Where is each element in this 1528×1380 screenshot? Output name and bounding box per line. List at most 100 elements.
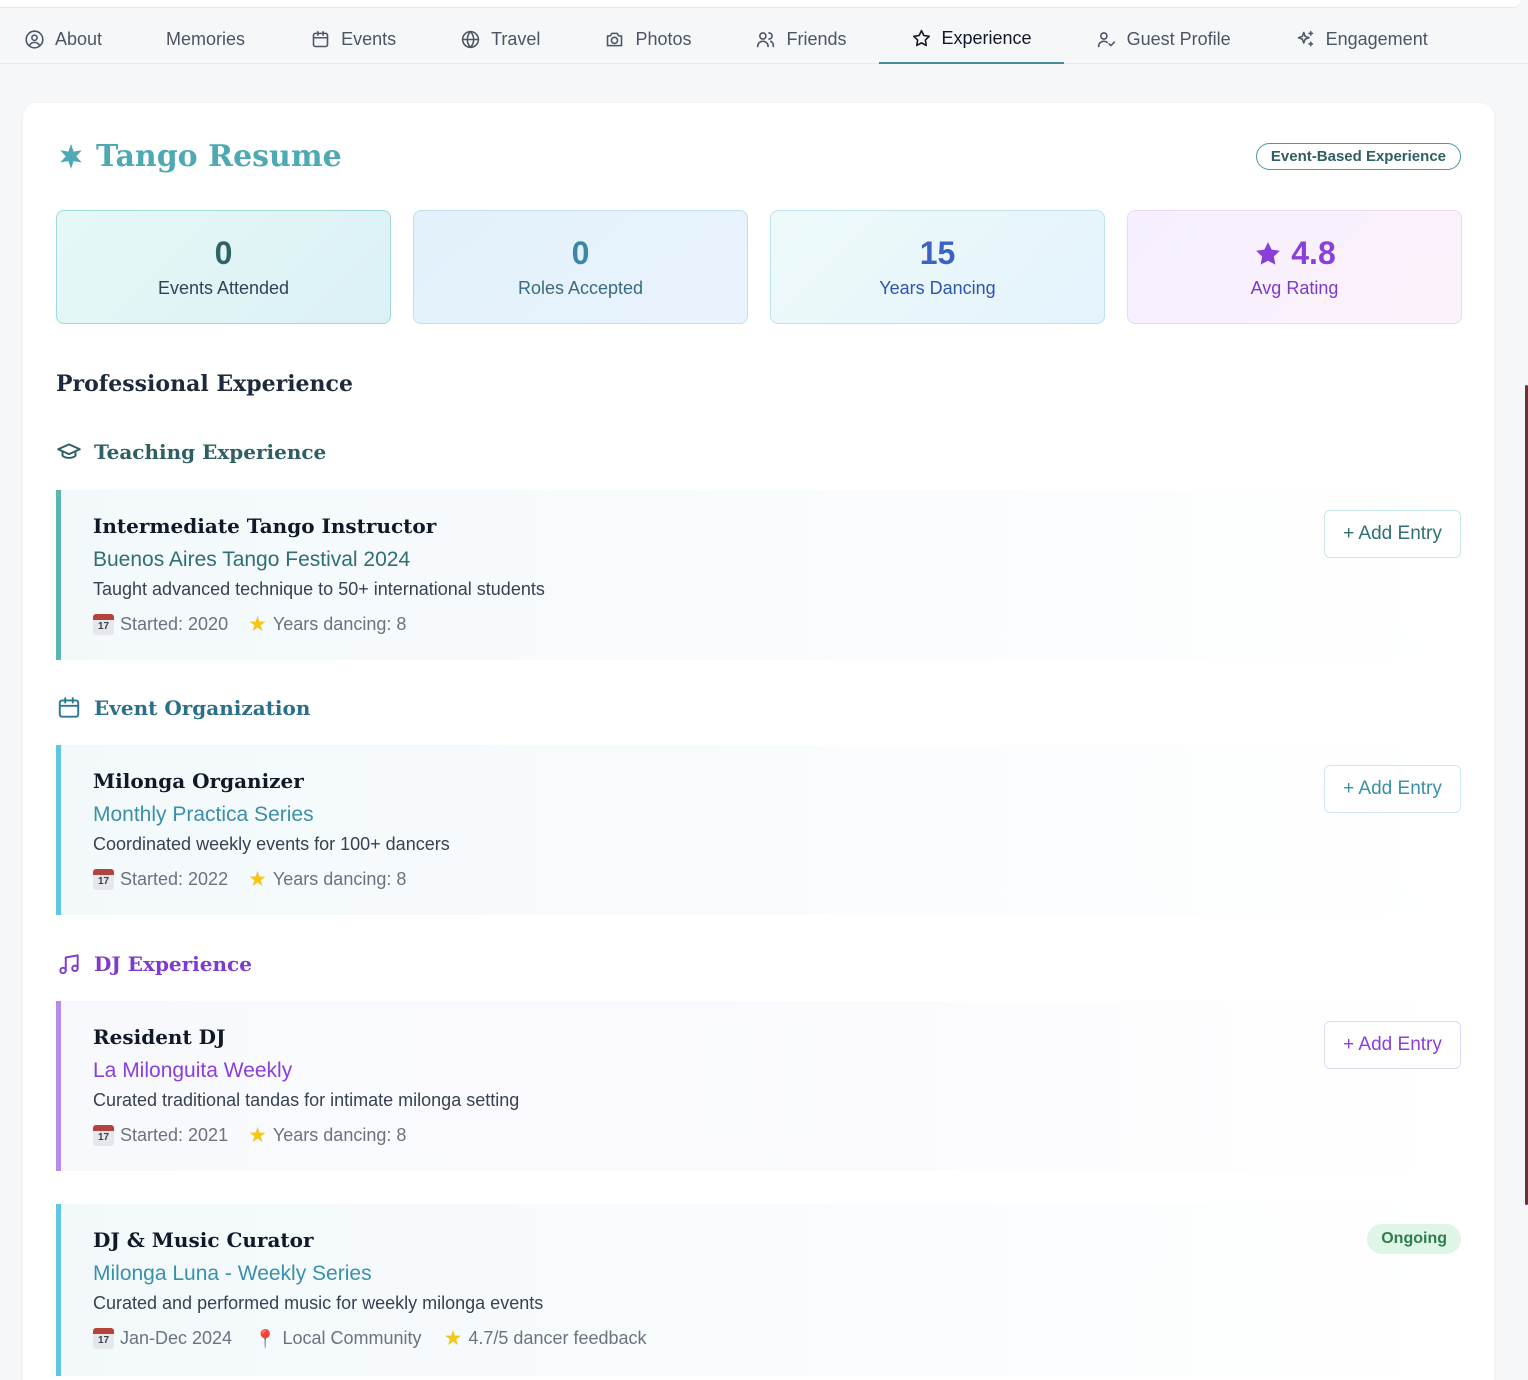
sparkles-icon — [1297, 30, 1313, 46]
rating-star-icon — [1256, 241, 1281, 265]
add-entry-button[interactable]: + Add Entry — [1324, 1021, 1461, 1069]
calendar-icon: 17 — [93, 1125, 114, 1146]
stat-value: 0 — [214, 235, 233, 271]
stat-years-dancing: 15 Years Dancing — [770, 210, 1105, 324]
add-entry-button[interactable]: + Add Entry — [1324, 765, 1461, 813]
entry-meta: 17 Started: 2022 ★ Years dancing: 8 — [93, 869, 406, 890]
calendar-icon — [58, 697, 80, 718]
start-date: 17 Started: 2020 — [93, 614, 228, 635]
tab-experience[interactable]: Experience — [878, 18, 1064, 64]
tab-label: Guest Profile — [1126, 28, 1231, 49]
entry-description: Taught advanced technique to 50+ interna… — [93, 579, 545, 599]
tab-label: Friends — [786, 28, 847, 49]
feedback: ★ 4.7/5 dancer feedback — [444, 1328, 647, 1349]
star-icon — [912, 29, 930, 46]
dj-title: DJ Experience — [94, 952, 252, 976]
experience-entry: Intermediate Tango Instructor Buenos Air… — [56, 490, 1461, 660]
tab-guest-profile[interactable]: Guest Profile — [1096, 18, 1231, 64]
stat-avg-rating: 4.8 Avg Rating — [1127, 210, 1462, 324]
stat-label: Roles Accepted — [517, 278, 644, 298]
start-date-text: Started: 2020 — [120, 614, 229, 634]
stat-label: Avg Rating — [1250, 278, 1339, 298]
tab-events[interactable]: Events — [310, 18, 396, 64]
tab-friends[interactable]: Friends — [755, 18, 847, 64]
star-icon: ★ — [443, 1327, 463, 1350]
tab-travel[interactable]: Travel — [460, 18, 540, 64]
entry-organization: Monthly Practica Series — [93, 803, 314, 826]
tab-label: Photos — [635, 28, 692, 49]
stats-row: 0 Events Attended 0 Roles Accepted 15 Ye… — [56, 210, 1462, 324]
resume-card: Tango Resume Event-Based Experience 0 Ev… — [23, 103, 1494, 1380]
tab-label: Engagement — [1325, 28, 1428, 49]
entry-meta: 17 Started: 2021 ★ Years dancing: 8 — [93, 1125, 406, 1146]
organization-title: Event Organization — [94, 696, 311, 720]
entry-meta: 17 Started: 2020 ★ Years dancing: 8 — [93, 614, 406, 635]
start-date-text: Started: 2022 — [120, 869, 229, 889]
user-circle-icon — [25, 29, 44, 49]
entry-role: DJ & Music Curator — [93, 1228, 314, 1252]
tab-label: Memories — [166, 28, 246, 49]
date-range-text: Jan-Dec 2024 — [120, 1328, 233, 1348]
tab-label: Events — [341, 28, 397, 49]
entry-meta: 17 Jan-Dec 2024 📍 Local Community ★ 4.7/… — [93, 1328, 647, 1349]
stat-value: 4.8 — [1291, 235, 1336, 271]
stat-label: Events Attended — [157, 278, 290, 298]
start-date-text: Started: 2021 — [120, 1125, 229, 1145]
sparkle-star-icon — [60, 143, 82, 169]
years-dancing: ★ Years dancing: 8 — [248, 614, 406, 635]
start-date: 17 Started: 2022 — [93, 869, 228, 890]
user-check-icon — [1097, 31, 1115, 47]
status-badge: Ongoing — [1367, 1224, 1461, 1254]
stat-value: 0 — [571, 235, 590, 271]
star-icon: ★ — [248, 1124, 267, 1147]
teaching-title: Teaching Experience — [94, 440, 327, 464]
experience-entry: Resident DJ La Milonguita Weekly Curated… — [56, 1001, 1461, 1171]
map-pin-icon: 📍 — [254, 1328, 277, 1349]
tab-about[interactable]: About — [24, 18, 102, 64]
tab-label: About — [55, 28, 103, 49]
years-dancing: ★ Years dancing: 8 — [248, 1125, 406, 1146]
entry-organization: Buenos Aires Tango Festival 2024 — [93, 548, 411, 571]
entry-role: Resident DJ — [93, 1025, 226, 1049]
experience-type-badge: Event-Based Experience — [1255, 143, 1461, 170]
dj-heading: DJ Experience — [56, 951, 252, 977]
experience-entry: Milonga Organizer Monthly Practica Serie… — [56, 745, 1461, 915]
tab-label: Travel — [491, 28, 541, 49]
entry-role: Milonga Organizer — [93, 769, 304, 793]
add-entry-button[interactable]: + Add Entry — [1324, 510, 1461, 558]
users-icon — [757, 31, 775, 47]
stat-events-attended: 0 Events Attended — [56, 210, 391, 324]
section-title: Professional Experience — [56, 371, 353, 397]
entry-description: Coordinated weekly events for 100+ dance… — [93, 834, 450, 854]
tab-photos[interactable]: Photos — [604, 18, 691, 64]
music-note-icon — [59, 954, 79, 975]
start-date: 17 Started: 2021 — [93, 1125, 228, 1146]
calendar-icon — [312, 30, 329, 47]
calendar-icon: 17 — [93, 614, 114, 635]
location-text: Local Community — [282, 1328, 422, 1348]
calendar-icon: 17 — [93, 869, 114, 890]
star-icon: ★ — [248, 613, 267, 636]
page-title: Tango Resume — [96, 139, 342, 174]
camera-icon — [607, 32, 623, 46]
tab-engagement[interactable]: Engagement — [1295, 18, 1428, 64]
tab-memories[interactable]: Memories — [166, 18, 245, 64]
entry-description: Curated traditional tandas for intimate … — [93, 1090, 520, 1110]
stat-value: 15 — [919, 235, 956, 271]
stat-label: Years Dancing — [879, 278, 996, 298]
entry-description: Curated and performed music for weekly m… — [93, 1293, 544, 1313]
years-dancing-text: Years dancing: 8 — [272, 614, 407, 634]
entry-role: Intermediate Tango Instructor — [93, 514, 437, 538]
stat-value-row: 4.8 — [1253, 235, 1336, 272]
calendar-icon: 17 — [93, 1328, 114, 1349]
resume-header: Tango Resume — [56, 139, 342, 174]
entry-organization: La Milonguita Weekly — [93, 1059, 293, 1082]
organization-heading: Event Organization — [56, 695, 310, 721]
globe-icon — [461, 30, 480, 48]
star-icon: ★ — [248, 868, 267, 891]
top-strip — [0, 0, 1520, 8]
years-dancing-text: Years dancing: 8 — [272, 869, 407, 889]
graduation-cap-icon — [57, 443, 81, 459]
feedback-text: 4.7/5 dancer feedback — [468, 1328, 647, 1348]
tab-label: Experience — [941, 27, 1032, 48]
